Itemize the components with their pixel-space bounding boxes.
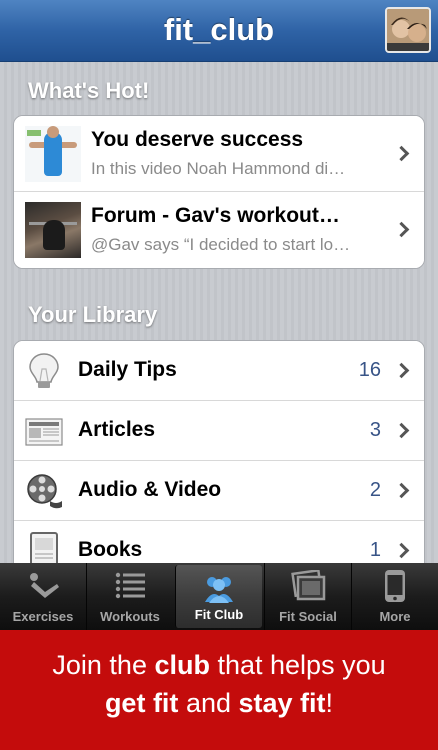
people-icon: [205, 577, 233, 603]
promo-text-bold: stay fit: [238, 688, 326, 718]
chevron-right-icon: [393, 145, 410, 162]
promo-text: that helps you: [209, 650, 386, 680]
tab-exercises[interactable]: Exercises: [0, 563, 86, 630]
library-item-count: 3: [369, 419, 381, 441]
content-area[interactable]: What's Hot! You deserve success In this …: [0, 62, 438, 563]
list-icon: [115, 572, 145, 599]
forum-thumbnail-icon: [25, 202, 81, 258]
library-item-label: Books: [78, 538, 143, 561]
profile-photo-icon: [387, 9, 429, 51]
navigation-bar: fit_club: [0, 0, 438, 62]
hot-item-subtitle: In this video Noah Hammond di…: [91, 159, 346, 178]
promo-text: and: [178, 688, 239, 718]
newspaper-icon: [25, 418, 63, 446]
tab-bar: Exercises Workouts Fit Club Fit Social M…: [0, 563, 438, 630]
hot-item-forum[interactable]: Forum - Gav's workout… @Gav says “I deci…: [14, 192, 424, 268]
hot-item-video[interactable]: You deserve success In this video Noah H…: [14, 116, 424, 192]
promo-text-bold: club: [154, 650, 210, 680]
tab-fit-social[interactable]: Fit Social: [264, 563, 351, 630]
photos-icon: [291, 570, 326, 601]
tab-more[interactable]: More: [351, 563, 438, 630]
app-title: fit_club: [163, 12, 275, 47]
chevron-right-icon: [393, 221, 410, 238]
promo-text-bold: get fit: [104, 688, 179, 718]
library-item-count: 16: [358, 359, 381, 381]
chevron-right-icon: [393, 542, 410, 559]
tab-label: Workouts: [100, 609, 160, 624]
tab-workouts[interactable]: Workouts: [86, 563, 173, 630]
tab-label: Exercises: [12, 609, 74, 624]
library-item-count: 1: [369, 539, 381, 561]
whats-hot-header: What's Hot!: [28, 78, 150, 103]
hot-item-subtitle: @Gav says “I decided to start lo…: [91, 235, 351, 254]
profile-avatar[interactable]: [385, 7, 431, 53]
library-item-audio-video[interactable]: Audio & Video 2: [14, 461, 424, 521]
promo-text: Join the: [52, 650, 155, 680]
chevron-right-icon: [393, 482, 410, 499]
library-item-daily-tips[interactable]: Daily Tips 16: [14, 341, 424, 401]
chevron-right-icon: [393, 422, 410, 439]
hot-item-title: You deserve success: [91, 128, 304, 151]
library-item-label: Articles: [78, 418, 156, 441]
library-item-count: 2: [369, 479, 381, 501]
library-item-label: Daily Tips: [78, 358, 177, 381]
chevron-right-icon: [393, 362, 410, 379]
promo-text: !: [325, 688, 334, 718]
tab-label: Fit Club: [194, 607, 244, 622]
library-item-label: Audio & Video: [78, 478, 222, 501]
whats-hot-list: You deserve success In this video Noah H…: [13, 115, 425, 269]
library-list: Daily Tips 16 Articles 3 Audio & Video 2…: [13, 340, 425, 563]
hot-item-title: Forum - Gav's workout…: [91, 204, 340, 227]
video-thumbnail-icon: [25, 126, 81, 182]
exercise-icon: [30, 573, 59, 598]
promo-line-2: get fit and stay fit!: [0, 688, 438, 719]
phone-icon: [385, 570, 405, 602]
promo-banner: Join the club that helps you get fit and…: [0, 630, 438, 750]
library-item-books[interactable]: Books 1: [14, 521, 424, 563]
lightbulb-icon: [29, 353, 59, 388]
library-item-articles[interactable]: Articles 3: [14, 401, 424, 461]
book-icon: [30, 532, 58, 563]
tab-label: More: [379, 609, 411, 624]
tab-fit-club[interactable]: Fit Club: [175, 565, 262, 628]
promo-line-1: Join the club that helps you: [0, 650, 438, 681]
tab-label: Fit Social: [279, 609, 337, 624]
film-reel-icon: [27, 474, 62, 509]
your-library-header: Your Library: [28, 302, 158, 327]
